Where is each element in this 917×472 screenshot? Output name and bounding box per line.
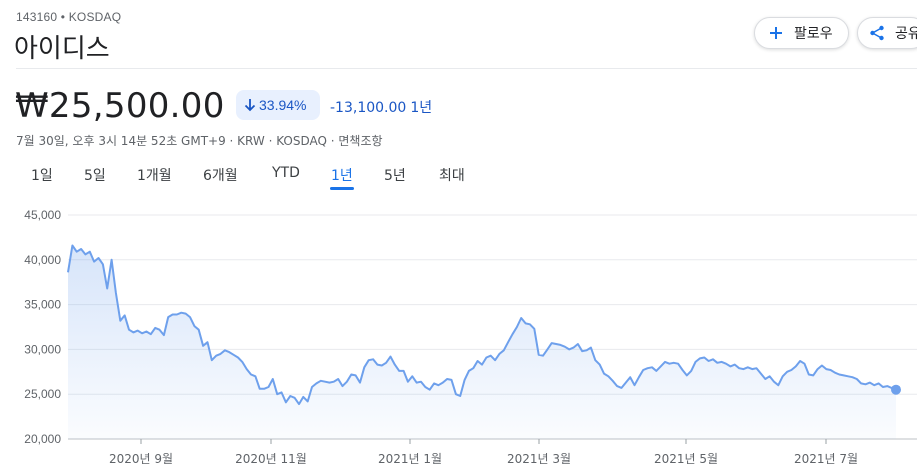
tab-1m[interactable]: 1개월: [137, 165, 172, 185]
share-button[interactable]: 공유: [857, 17, 917, 49]
change-absolute: -13,100.00 1년: [330, 97, 432, 117]
x-tick-label: 2021년 7월: [794, 452, 858, 466]
follow-button[interactable]: 팔로우: [754, 17, 849, 49]
x-axis: 2020년 9월 2020년 11월 2021년 1월 2021년 3월 2021년 5…: [109, 439, 858, 466]
y-tick-label: 40,000: [24, 253, 61, 267]
y-tick-label: 30,000: [24, 342, 61, 356]
x-tick-label: 2020년 11월: [235, 452, 307, 466]
x-tick-label: 2020년 9월: [109, 452, 173, 466]
x-tick-label: 2021년 5월: [654, 452, 718, 466]
tab-max[interactable]: 최대: [439, 165, 465, 185]
ticker-exchange: 143160 • KOSDAQ: [16, 10, 122, 24]
tab-1d[interactable]: 1일: [31, 165, 53, 185]
plus-icon: [770, 27, 782, 39]
change-amount: -13,100.00: [330, 100, 407, 116]
change-percent: 33.94%: [259, 97, 307, 113]
y-tick-label: 45,000: [24, 208, 61, 222]
company-name: 아이디스: [14, 34, 110, 64]
x-tick-label: 2021년 1월: [378, 452, 442, 466]
active-tab-indicator: [330, 187, 354, 190]
x-tick-label: 2021년 3월: [507, 452, 571, 466]
tab-6m[interactable]: 6개월: [203, 165, 238, 185]
header-divider: [16, 68, 917, 69]
current-price: ₩25,500.00: [15, 86, 225, 126]
y-tick-label: 20,000: [24, 432, 61, 446]
y-tick-label: 25,000: [24, 387, 61, 401]
arrow-down-icon: [244, 99, 256, 112]
y-axis-labels: 45,000 40,000 35,000 30,000 25,000 20,000: [24, 208, 61, 446]
tab-5y[interactable]: 5년: [384, 165, 406, 185]
last-price-marker: [891, 384, 901, 395]
tab-ytd[interactable]: YTD: [272, 165, 300, 181]
share-icon: [870, 25, 884, 41]
price-area-fill: [68, 245, 896, 439]
price-chart[interactable]: 45,000 40,000 35,000 30,000 25,000 20,000 202…: [0, 200, 917, 472]
share-label: 공유: [895, 26, 917, 42]
tab-1y[interactable]: 1년: [331, 165, 353, 185]
quote-meta: 7월 30일, 오후 3시 14분 52초 GMT+9 · KRW · KOSD…: [16, 134, 383, 148]
change-period: 1년: [410, 100, 433, 116]
tab-5d[interactable]: 5일: [84, 165, 106, 185]
y-tick-label: 35,000: [24, 298, 61, 312]
follow-label: 팔로우: [794, 26, 833, 42]
change-percent-badge: 33.94%: [236, 90, 320, 120]
